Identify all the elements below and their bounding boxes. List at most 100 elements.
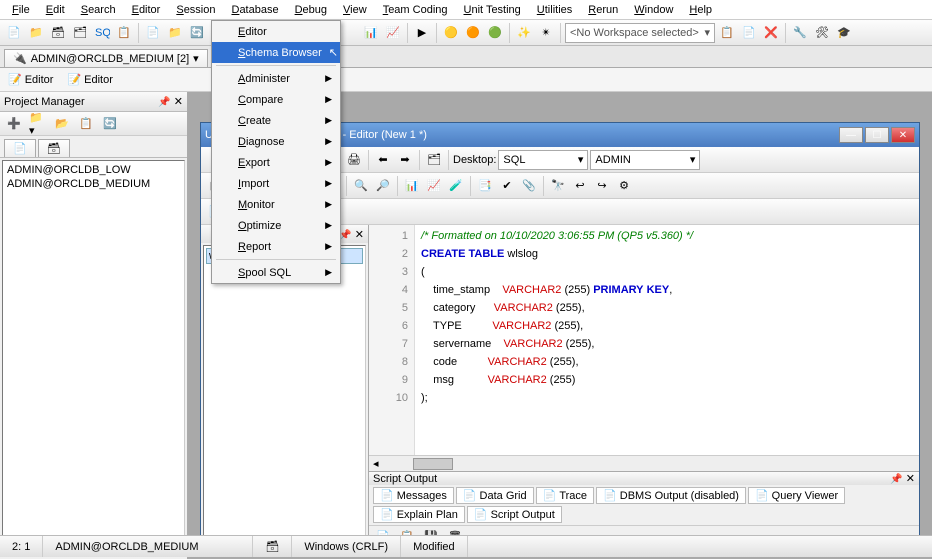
toolbar-btn[interactable]: 📋 bbox=[717, 23, 737, 43]
toolbar-btn[interactable]: 🎓 bbox=[834, 23, 854, 43]
output-tab-query-viewer[interactable]: 📄Query Viewer bbox=[748, 487, 845, 504]
output-tab-data-grid[interactable]: 📄Data Grid bbox=[456, 487, 534, 504]
menu-session[interactable]: Session bbox=[168, 2, 223, 18]
workspace-combo[interactable]: <No Workspace selected>▾ bbox=[565, 23, 715, 43]
session-tab[interactable]: 🔌 ADMIN@ORCLDB_MEDIUM [2] ▾ bbox=[4, 49, 208, 67]
toolbar-btn[interactable]: 📄 bbox=[143, 23, 163, 43]
toolbar-btn[interactable]: 🗂 bbox=[424, 150, 444, 170]
folder2-icon[interactable]: 📂 bbox=[52, 114, 72, 134]
code-editor[interactable]: 12345678910 /* Formatted on 10/10/2020 3… bbox=[369, 225, 919, 455]
connection-list[interactable]: ADMIN@ORCLDB_LOWADMIN@ORCLDB_MEDIUM bbox=[2, 160, 185, 557]
toolbar-btn[interactable]: 🛠 bbox=[812, 23, 832, 43]
menu-team-coding[interactable]: Team Coding bbox=[375, 2, 456, 18]
toolbar-btn[interactable]: 📊 bbox=[402, 176, 422, 196]
horizontal-scrollbar[interactable]: ◂ bbox=[369, 455, 919, 471]
menu-unit-testing[interactable]: Unit Testing bbox=[456, 2, 529, 18]
print-icon[interactable]: 🖨 bbox=[344, 150, 364, 170]
menu-help[interactable]: Help bbox=[681, 2, 720, 18]
output-tab-messages[interactable]: 📄Messages bbox=[373, 487, 454, 504]
db-menu-administer[interactable]: Administer▶ bbox=[212, 68, 340, 89]
toolbar-btn[interactable]: 📄 bbox=[4, 23, 24, 43]
pm-tab[interactable]: 🗃 bbox=[38, 139, 70, 157]
copy-icon[interactable]: 📋 bbox=[76, 114, 96, 134]
toolbar-btn[interactable]: 🔧 bbox=[790, 23, 810, 43]
toolbar-btn[interactable]: 🔍 bbox=[351, 176, 371, 196]
pin-icon[interactable]: 📌 bbox=[158, 97, 170, 108]
menu-edit[interactable]: Edit bbox=[38, 2, 73, 18]
toolbar-btn[interactable]: 🟠 bbox=[463, 23, 483, 43]
toolbar-btn[interactable]: 📄 bbox=[739, 23, 759, 43]
db-menu-editor[interactable]: Editor bbox=[212, 21, 340, 42]
object-tree[interactable]: wlslog bbox=[203, 245, 366, 539]
toolbar-btn[interactable]: ⚙ bbox=[614, 176, 634, 196]
add-icon[interactable]: ➕ bbox=[4, 114, 24, 134]
dropdown-icon[interactable]: ▾ bbox=[193, 52, 199, 65]
db-menu-diagnose[interactable]: Diagnose▶ bbox=[212, 131, 340, 152]
db-menu-create[interactable]: Create▶ bbox=[212, 110, 340, 131]
refresh-icon[interactable]: 🔄 bbox=[100, 114, 120, 134]
pin-icon[interactable]: 📌 bbox=[890, 474, 902, 485]
toolbar-btn[interactable]: 🗂 bbox=[70, 23, 90, 43]
toolbar-btn[interactable]: 📑 bbox=[475, 176, 495, 196]
close-icon[interactable]: ✕ bbox=[906, 473, 915, 485]
desktop-combo[interactable]: SQL▾ bbox=[498, 150, 588, 170]
menu-database[interactable]: Database bbox=[223, 2, 286, 18]
output-tab-script-output[interactable]: 📄Script Output bbox=[467, 506, 562, 523]
close-icon[interactable]: ✕ bbox=[174, 96, 183, 108]
toolbar-btn[interactable]: 🔎 bbox=[373, 176, 393, 196]
toolbar-btn[interactable]: 📊 bbox=[361, 23, 381, 43]
folder-icon[interactable]: 📁▾ bbox=[28, 114, 48, 134]
toolbar-btn[interactable]: ↪ bbox=[592, 176, 612, 196]
minimize-button[interactable]: — bbox=[839, 127, 863, 143]
menu-editor[interactable]: Editor bbox=[124, 2, 169, 18]
toolbar-btn[interactable]: 📈 bbox=[424, 176, 444, 196]
db-menu-schema-browser[interactable]: Schema Browser↖ bbox=[212, 42, 340, 63]
db-menu-report[interactable]: Report▶ bbox=[212, 236, 340, 257]
toolbar-btn[interactable]: ✴ bbox=[536, 23, 556, 43]
menu-utilities[interactable]: Utilities bbox=[529, 2, 580, 18]
db-menu-import[interactable]: Import▶ bbox=[212, 173, 340, 194]
toolbar-btn[interactable]: 📋 bbox=[114, 23, 134, 43]
close-button[interactable]: ✕ bbox=[891, 127, 915, 143]
maximize-button[interactable]: ☐ bbox=[865, 127, 889, 143]
toolbar-btn[interactable]: 🟢 bbox=[485, 23, 505, 43]
menu-search[interactable]: Search bbox=[73, 2, 124, 18]
binoculars-icon[interactable]: 🔭 bbox=[548, 176, 568, 196]
menu-view[interactable]: View bbox=[335, 2, 375, 18]
connection-item[interactable]: ADMIN@ORCLDB_MEDIUM bbox=[5, 177, 182, 191]
db-menu-spool-sql[interactable]: Spool SQL▶ bbox=[212, 262, 340, 283]
editor-button-1[interactable]: 📝 Editor bbox=[4, 71, 57, 88]
toolbar-btn[interactable]: ❌ bbox=[761, 23, 781, 43]
code-text[interactable]: /* Formatted on 10/10/2020 3:06:55 PM (Q… bbox=[415, 225, 699, 455]
menu-window[interactable]: Window bbox=[626, 2, 681, 18]
output-tab-dbms-output-disabled-[interactable]: 📄DBMS Output (disabled) bbox=[596, 487, 746, 504]
db-menu-optimize[interactable]: Optimize▶ bbox=[212, 215, 340, 236]
toolbar-btn[interactable]: 📎 bbox=[519, 176, 539, 196]
output-tab-trace[interactable]: 📄Trace bbox=[536, 487, 594, 504]
pm-tab[interactable]: 📄 bbox=[4, 139, 36, 157]
sql-icon[interactable]: SQL bbox=[92, 23, 112, 43]
editor-button-2[interactable]: 📝 Editor bbox=[63, 71, 116, 88]
connection-item[interactable]: ADMIN@ORCLDB_LOW bbox=[5, 163, 182, 177]
toolbar-btn[interactable]: 📈 bbox=[383, 23, 403, 43]
schema-combo[interactable]: ADMIN▾ bbox=[590, 150, 700, 170]
toolbar-btn[interactable]: 📁 bbox=[26, 23, 46, 43]
db-menu-monitor[interactable]: Monitor▶ bbox=[212, 194, 340, 215]
close-icon[interactable]: ✕ bbox=[355, 229, 364, 241]
menu-debug[interactable]: Debug bbox=[287, 2, 335, 18]
toolbar-btn[interactable]: 🟡 bbox=[441, 23, 461, 43]
menu-rerun[interactable]: Rerun bbox=[580, 2, 626, 18]
pin-icon[interactable]: 📌 bbox=[339, 230, 351, 241]
toolbar-btn[interactable]: ✔ bbox=[497, 176, 517, 196]
toolbar-btn[interactable]: ↩ bbox=[570, 176, 590, 196]
toolbar-btn[interactable]: 📁 bbox=[165, 23, 185, 43]
output-tab-explain-plan[interactable]: 📄Explain Plan bbox=[373, 506, 465, 523]
db-menu-compare[interactable]: Compare▶ bbox=[212, 89, 340, 110]
toolbar-btn[interactable]: ✨ bbox=[514, 23, 534, 43]
toolbar-btn[interactable]: ➡ bbox=[395, 150, 415, 170]
toolbar-btn[interactable]: 🧪 bbox=[446, 176, 466, 196]
db-menu-export[interactable]: Export▶ bbox=[212, 152, 340, 173]
toolbar-btn[interactable]: ▶ bbox=[412, 23, 432, 43]
menu-file[interactable]: File bbox=[4, 2, 38, 18]
toolbar-btn[interactable]: ⬅ bbox=[373, 150, 393, 170]
